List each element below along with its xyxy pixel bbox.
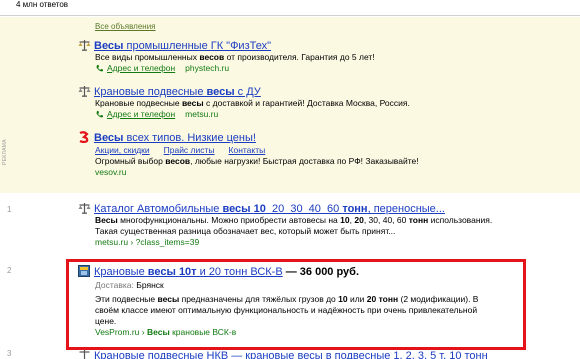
- ad-item: Крановые подвесные весы с ДУ Крановые по…: [78, 85, 410, 120]
- delivery-value: Брянск: [136, 280, 164, 290]
- result-url[interactable]: VesProm.ru › Весы крановые ВСК-в: [95, 327, 478, 338]
- contact-link[interactable]: Адрес и телефон: [107, 109, 175, 119]
- result-snippet: цене.: [95, 316, 117, 326]
- result-number: 2: [7, 266, 12, 275]
- search-result: Крановые весы 10т и 20 тонн ВСК-В — 36 0…: [78, 265, 478, 338]
- ad-domain[interactable]: metsu.ru: [185, 109, 218, 119]
- ad-snippet: Все виды промышленных весов от производи…: [95, 52, 375, 62]
- scales-icon: [78, 202, 91, 214]
- vesov-logo-icon: [78, 131, 91, 144]
- scales-icon: [78, 39, 91, 51]
- ad-snippet: Огромный выбор весов, любые нагрузки! Бы…: [95, 156, 419, 166]
- ad-title-link[interactable]: Крановые подвесные весы с ДУ: [94, 86, 261, 98]
- ad-item: Весы всех типов. Низкие цены! Акции, ски…: [78, 131, 419, 178]
- result-price: — 36 000 руб.: [282, 266, 360, 278]
- divider: [0, 15, 580, 16]
- all-ads-link[interactable]: Все объявления: [95, 22, 156, 31]
- result-title-link[interactable]: Крановые весы 10т и 20 тонн ВСК-В: [94, 266, 283, 278]
- search-result-partial: 3 Крановые подвесные НКВ — крановые весы…: [0, 346, 580, 359]
- results-count: 4 млн ответов: [16, 0, 69, 9]
- delivery-label: Доставка:: [95, 280, 134, 290]
- ad-domain[interactable]: vesov.ru: [95, 167, 419, 178]
- sitelink-prices[interactable]: Прайс листы: [164, 145, 215, 155]
- scales-icon: [78, 85, 91, 97]
- result-title-link[interactable]: Каталог Автомобильные весы 10 20 30 40 6…: [94, 203, 445, 215]
- ad-block: РЕКЛАМА Все объявления Весы промышленные…: [0, 17, 580, 193]
- search-result: Каталог Автомобильные весы 10 20 30 40 6…: [78, 202, 492, 248]
- sitelink-contacts[interactable]: Контакты: [229, 145, 266, 155]
- result-snippet: Такая существенная разница обозначает ве…: [95, 226, 396, 236]
- ad-title-link[interactable]: Весы промышленные ГК "ФизТех": [94, 40, 271, 52]
- product-thumb-icon: [78, 265, 91, 277]
- result-url[interactable]: metsu.ru › ?class_items=39: [95, 237, 492, 248]
- ad-domain[interactable]: phystech.ru: [185, 63, 229, 73]
- phone-icon: [95, 64, 104, 73]
- result-snippet: Весы многофункциональны. Можно приобрест…: [95, 215, 493, 225]
- ad-item: Весы промышленные ГК "ФизТех" Все виды п…: [78, 39, 375, 74]
- result-number: 3: [7, 349, 12, 358]
- ad-title-link[interactable]: Весы всех типов. Низкие цены!: [94, 132, 256, 144]
- result-snippet: Эти подвесные весы предназначены для тяж…: [95, 294, 479, 304]
- contact-link[interactable]: Адрес и телефон: [107, 63, 175, 73]
- result-number: 1: [7, 205, 12, 214]
- scales-icon: [78, 349, 91, 359]
- sitelink-promotions[interactable]: Акции, скидки: [95, 145, 150, 155]
- phone-icon: [95, 110, 104, 119]
- ad-snippet: Крановые подвесные весы с доставкой и га…: [95, 98, 410, 108]
- sitelinks: Акции, скидки Прайс листы Контакты: [95, 144, 419, 156]
- ad-side-label: РЕКЛАМА: [2, 139, 8, 165]
- result-title-link[interactable]: Крановые подвесные НКВ — крановые весы в…: [78, 349, 488, 359]
- result-snippet: своём классе имеют оптимальную функциона…: [95, 305, 478, 315]
